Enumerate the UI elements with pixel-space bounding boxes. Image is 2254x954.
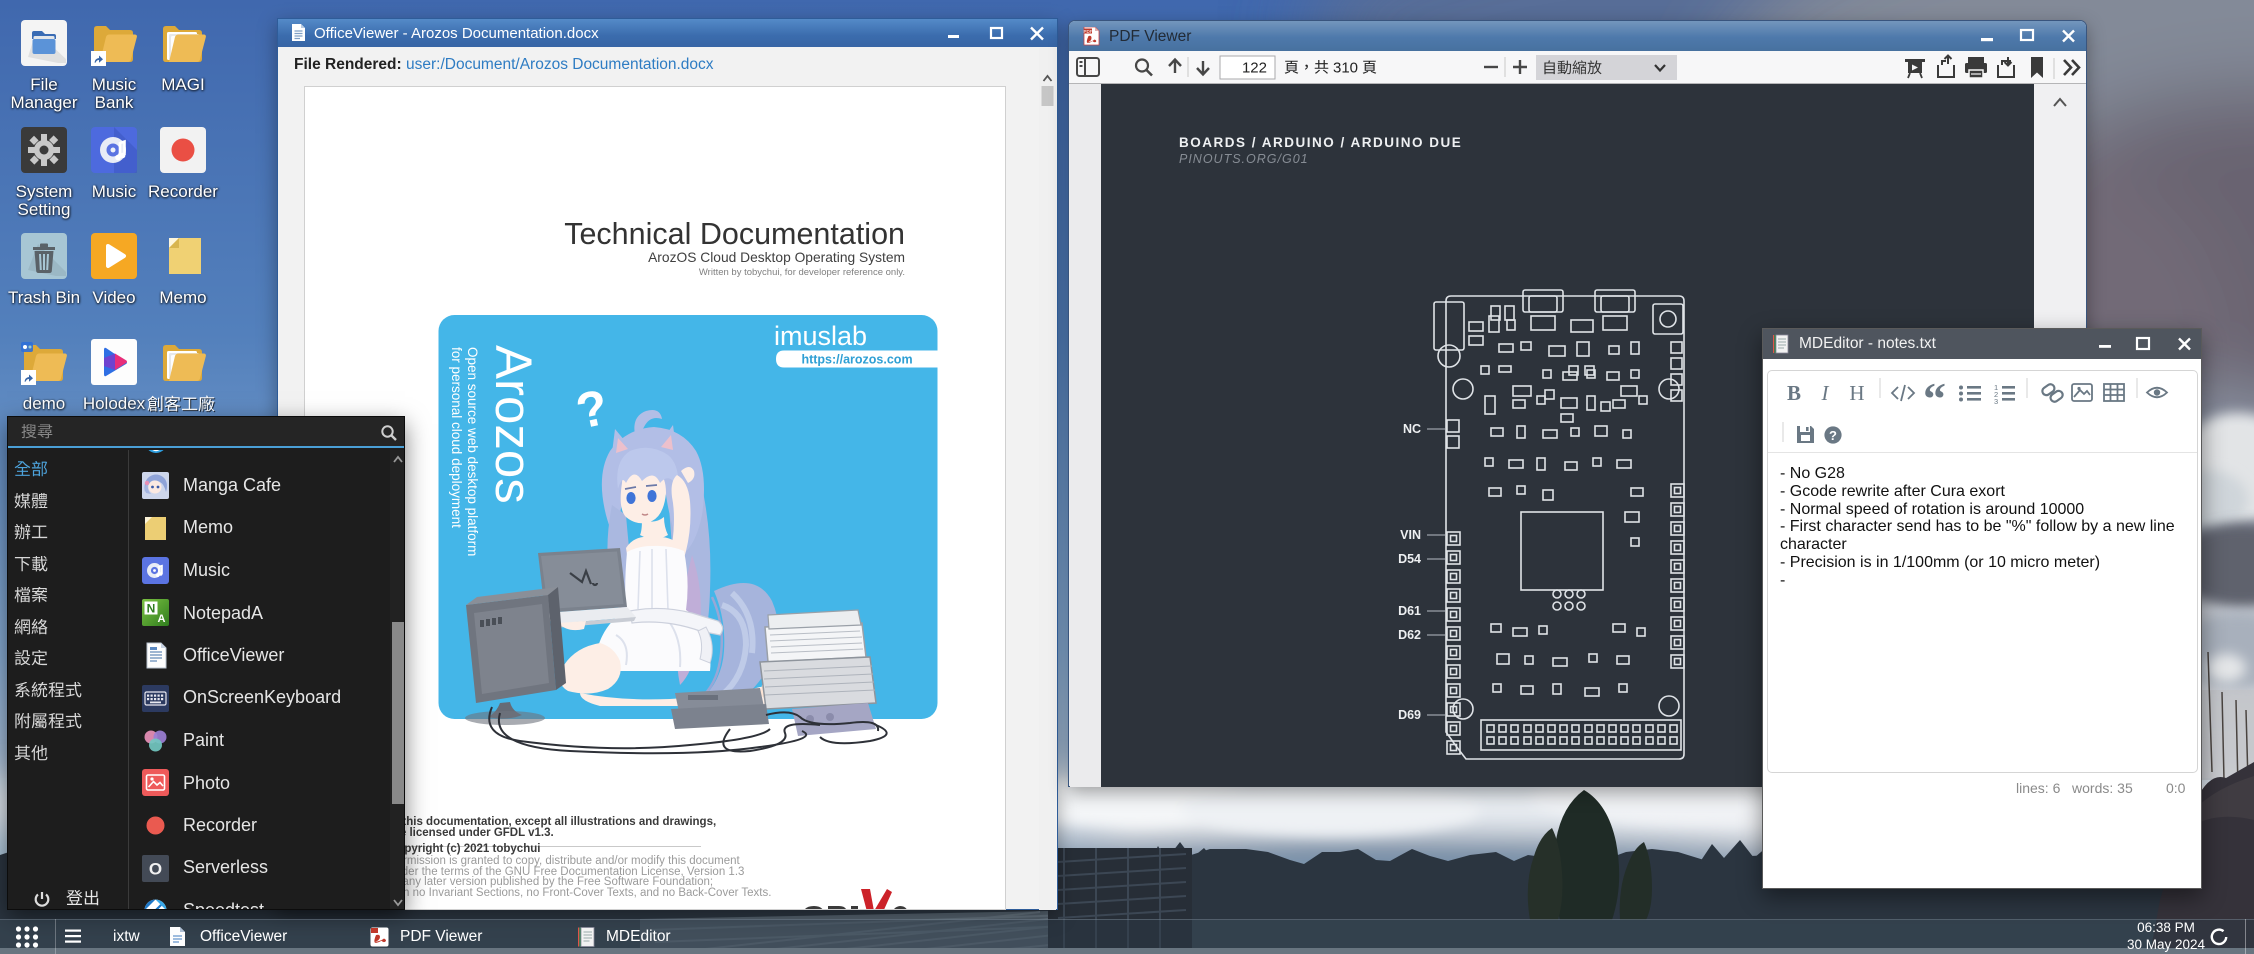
- svg-text:I: I: [1821, 381, 1830, 405]
- svg-text:B: B: [1787, 381, 1801, 405]
- svg-text:Arozos: Arozos: [485, 345, 542, 504]
- svg-text:https://arozos.com: https://arozos.com: [801, 353, 912, 367]
- svg-text:D61: D61: [1398, 604, 1421, 618]
- svg-text:D62: D62: [1398, 628, 1421, 642]
- svg-text:D69: D69: [1398, 708, 1421, 722]
- svg-text:for personal cloud deployment: for personal cloud deployment: [449, 347, 464, 528]
- svg-text:PINOUTS.ORG/G01: PINOUTS.ORG/G01: [1179, 152, 1309, 166]
- svg-text:PDF: PDF: [1084, 29, 1093, 34]
- svg-text:O: O: [149, 860, 162, 879]
- svg-text:“: “: [1923, 373, 1946, 414]
- svg-text:3: 3: [1994, 397, 1998, 406]
- svg-text:A: A: [158, 613, 166, 625]
- svg-text:NC: NC: [1403, 422, 1421, 436]
- svg-text:imuslab: imuslab: [774, 321, 867, 351]
- svg-text:VIN: VIN: [1400, 528, 1421, 542]
- svg-text:H: H: [1849, 381, 1864, 405]
- svg-text:?: ?: [1829, 428, 1837, 443]
- svg-text:D54: D54: [1398, 552, 1421, 566]
- svg-text:Open source web desktop platfo: Open source web desktop platform: [465, 347, 480, 556]
- svg-text:BOARDS / ARDUINO / ARDUINO: BOARDS / ARDUINO / ARDUINO DUE: [1179, 135, 1462, 150]
- svg-text:N: N: [147, 602, 156, 616]
